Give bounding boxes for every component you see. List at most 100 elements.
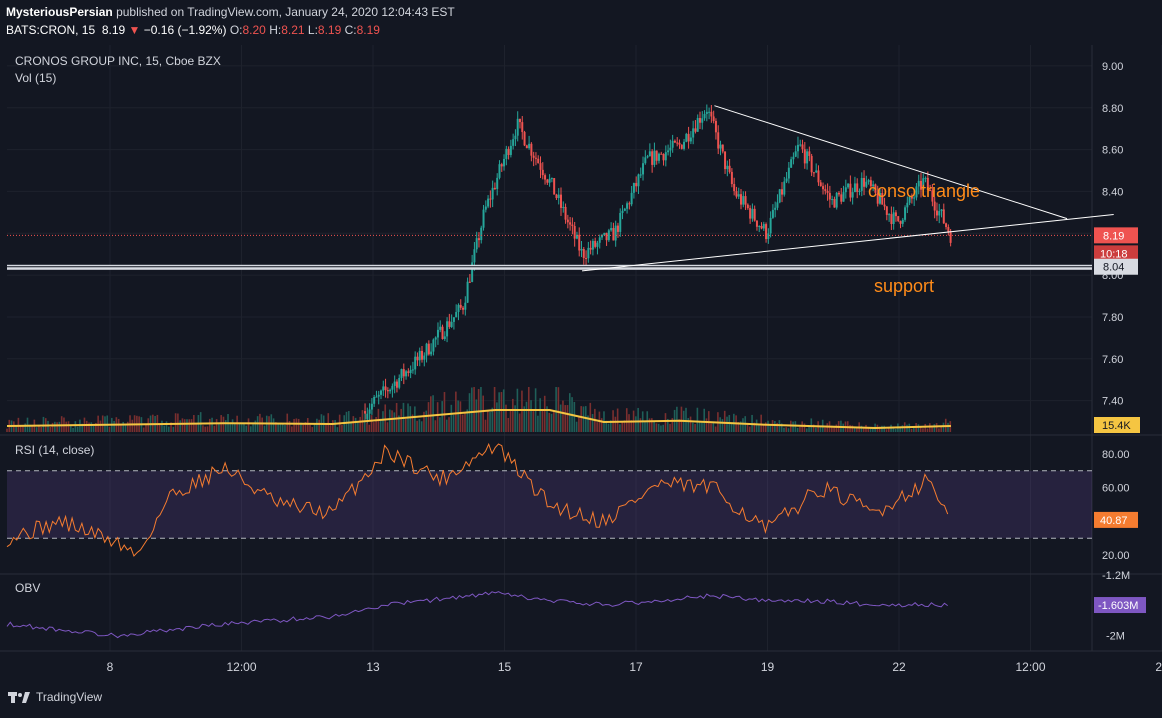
volume-bar: [917, 424, 920, 432]
price-axis-tick: 9.00: [1102, 61, 1123, 73]
candle-body: [414, 356, 417, 370]
volume-bar: [254, 420, 257, 432]
volume-bar: [692, 422, 694, 432]
volume-bar: [368, 424, 371, 432]
candle-body: [448, 321, 451, 327]
candle-body: [776, 202, 779, 208]
volume-bar: [926, 428, 929, 432]
volume-bar: [924, 423, 927, 432]
volume-bar: [231, 419, 234, 432]
volume-bar: [113, 420, 115, 432]
time-axis-tick: 15: [498, 660, 512, 674]
volume-bar: [805, 428, 808, 432]
volume-badge-text: 15.4K: [1102, 420, 1131, 432]
price-axis-tick: 8.60: [1102, 145, 1123, 157]
volume-bar: [384, 404, 387, 432]
candle-body: [619, 212, 622, 232]
volume-bar: [240, 423, 243, 432]
candle-body: [550, 178, 553, 180]
candle-body: [384, 386, 387, 391]
candle-body: [564, 206, 567, 220]
volume-bar: [354, 417, 357, 432]
candle-body: [398, 377, 401, 388]
candle-body: [635, 183, 638, 187]
candle-body: [500, 164, 503, 167]
volume-bar: [471, 387, 473, 432]
volume-bar: [316, 418, 318, 432]
volume-bar: [505, 404, 507, 432]
volume-bar: [664, 413, 667, 432]
candle-body: [484, 206, 487, 210]
candle-body: [822, 186, 825, 190]
volume-bar: [38, 426, 40, 432]
volume-bar: [448, 417, 450, 432]
volume-bar: [277, 423, 279, 432]
volume-bar: [575, 421, 578, 432]
candle-body: [439, 326, 442, 330]
candle-body: [851, 192, 854, 198]
candle-body: [676, 142, 679, 144]
candle-body: [464, 302, 467, 310]
candle-body: [475, 238, 478, 250]
volume-bar: [195, 423, 197, 432]
candle-body: [858, 190, 861, 192]
volume-bar: [208, 418, 211, 432]
volume-bar: [867, 428, 870, 432]
volume-bar: [445, 419, 448, 432]
volume-bar: [562, 400, 564, 432]
candle-body: [421, 350, 424, 360]
volume-bar: [243, 423, 245, 432]
candle-body: [705, 111, 708, 114]
candle-body: [901, 219, 904, 224]
candle-body: [516, 118, 519, 136]
candle-body: [785, 178, 788, 182]
candle-body: [473, 249, 476, 263]
candle-body: [468, 281, 471, 283]
volume-bar: [297, 418, 300, 432]
volume-bar: [40, 426, 42, 432]
volume-bar: [628, 414, 630, 432]
volume-bar: [473, 387, 475, 432]
volume-bar: [90, 422, 93, 432]
volume-bar: [530, 400, 532, 432]
candle-body: [833, 199, 836, 208]
candle-body: [539, 163, 542, 170]
volume-bar: [58, 421, 61, 432]
volume-bar: [662, 424, 665, 432]
candle-body: [808, 151, 811, 156]
candle-body: [787, 167, 790, 179]
footer-brand[interactable]: TradingView: [36, 690, 102, 704]
volume-bar: [755, 419, 758, 432]
volume-bar: [760, 414, 762, 432]
candle-body: [899, 221, 902, 224]
volume-bar: [710, 423, 712, 432]
candle-body: [546, 179, 549, 183]
candle-body: [544, 175, 547, 180]
candle-body: [853, 183, 856, 193]
volume-bar: [224, 420, 227, 432]
volume-bar: [655, 423, 658, 432]
volume-bar: [291, 426, 293, 432]
volume-bar: [188, 419, 191, 432]
candle-body: [591, 240, 594, 250]
volume-bar: [181, 418, 184, 432]
volume-bar: [183, 419, 186, 432]
chart-canvas[interactable]: conso triangle support CRONOS GROUP INC, 1…: [0, 0, 1162, 718]
candle-body: [749, 208, 752, 219]
volume-bar: [669, 423, 671, 432]
candle-body: [890, 214, 893, 225]
time-axis-tick: 12:00: [226, 660, 256, 674]
volume-bar: [72, 428, 74, 432]
volume-bar: [578, 416, 580, 432]
candle-body: [423, 355, 426, 360]
candle-body: [514, 135, 517, 140]
volume-bar: [186, 419, 188, 432]
candle-body: [799, 144, 802, 146]
volume-bar: [525, 401, 528, 432]
volume-bar: [92, 425, 95, 432]
candle-body: [578, 234, 581, 251]
time-axis-tick: 19: [761, 660, 775, 674]
candle-body: [755, 220, 758, 227]
volume-bar: [687, 418, 690, 432]
volume-bar: [621, 421, 623, 432]
